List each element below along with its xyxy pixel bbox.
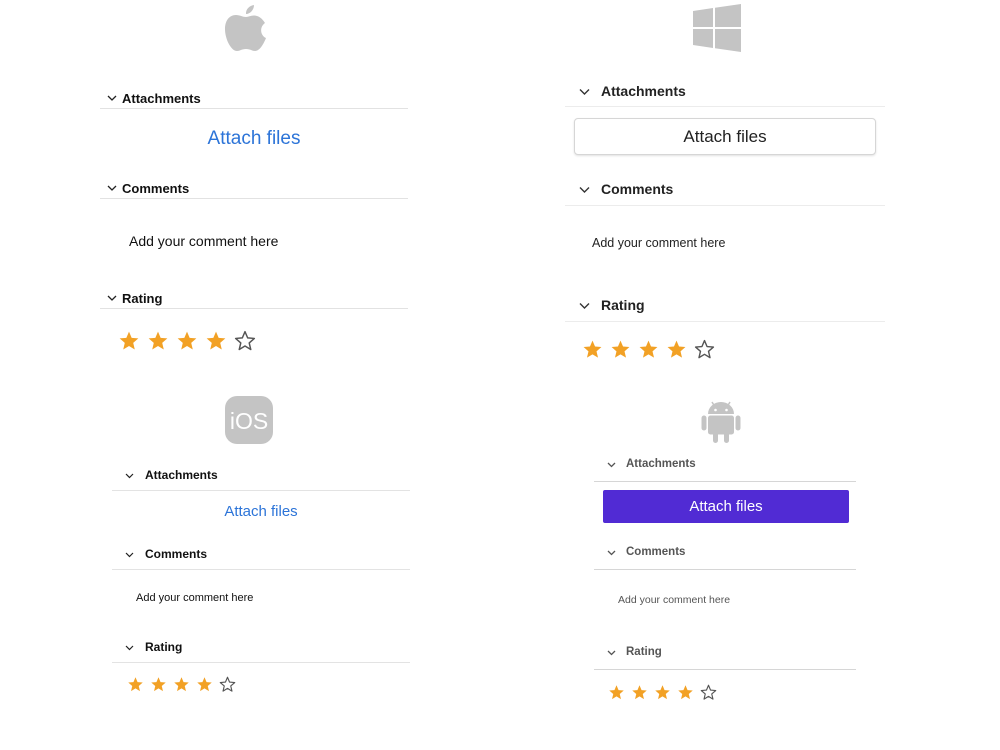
apple-logo-icon bbox=[223, 3, 269, 53]
divider bbox=[594, 569, 856, 570]
rating-header[interactable]: Rating bbox=[565, 296, 885, 314]
attach-files-button[interactable]: Attach files bbox=[574, 118, 876, 155]
chevron-down-icon bbox=[578, 85, 591, 98]
comments-label: Comments bbox=[626, 546, 686, 558]
star-filled-icon[interactable] bbox=[654, 684, 671, 701]
star-empty-icon[interactable] bbox=[694, 339, 715, 360]
divider bbox=[594, 481, 856, 482]
rating-label: Rating bbox=[145, 640, 183, 654]
star-rating[interactable] bbox=[582, 339, 722, 360]
chevron-down-icon bbox=[606, 647, 617, 658]
ios-panel: iOS Attachments Attach files Comments Ad… bbox=[112, 390, 410, 720]
divider bbox=[565, 321, 885, 322]
comments-label: Comments bbox=[122, 180, 190, 196]
chevron-down-icon bbox=[106, 92, 118, 104]
divider bbox=[594, 669, 856, 670]
rating-label: Rating bbox=[122, 290, 163, 306]
comments-header[interactable]: Comments bbox=[594, 544, 856, 560]
star-empty-icon[interactable] bbox=[219, 676, 236, 693]
chevron-down-icon bbox=[124, 642, 135, 653]
rating-label: Rating bbox=[601, 297, 645, 313]
star-filled-icon[interactable] bbox=[127, 676, 144, 693]
comment-input[interactable]: Add your comment here bbox=[618, 594, 730, 606]
chevron-down-icon bbox=[578, 183, 591, 196]
android-panel: Attachments Attach files Comments Add yo… bbox=[594, 390, 856, 720]
android-logo-icon bbox=[701, 400, 741, 444]
windows-logo-icon bbox=[693, 4, 741, 52]
attachments-header[interactable]: Attachments bbox=[100, 90, 408, 106]
star-rating[interactable] bbox=[608, 684, 723, 701]
attach-files-button[interactable]: Attach files bbox=[100, 128, 408, 150]
star-filled-icon[interactable] bbox=[196, 676, 213, 693]
attachments-header[interactable]: Attachments bbox=[112, 467, 410, 483]
star-filled-icon[interactable] bbox=[677, 684, 694, 701]
attachments-label: Attachments bbox=[145, 468, 218, 482]
chevron-down-icon bbox=[124, 470, 135, 481]
star-filled-icon[interactable] bbox=[176, 330, 198, 352]
ios-logo-text: iOS bbox=[230, 408, 268, 434]
comments-header[interactable]: Comments bbox=[565, 180, 885, 198]
rating-label: Rating bbox=[626, 646, 662, 658]
star-empty-icon[interactable] bbox=[700, 684, 717, 701]
macos-panel: Attachments Attach files Comments Add yo… bbox=[100, 0, 408, 380]
divider bbox=[112, 662, 410, 663]
attachments-header[interactable]: Attachments bbox=[594, 456, 856, 472]
star-filled-icon[interactable] bbox=[173, 676, 190, 693]
star-filled-icon[interactable] bbox=[147, 330, 169, 352]
ios-logo-icon: iOS bbox=[224, 395, 274, 445]
comments-header[interactable]: Comments bbox=[100, 180, 408, 196]
star-filled-icon[interactable] bbox=[610, 339, 631, 360]
comments-header[interactable]: Comments bbox=[112, 546, 410, 562]
windows-panel: Attachments Attach files Comments Add yo… bbox=[565, 0, 885, 380]
chevron-down-icon bbox=[578, 299, 591, 312]
star-filled-icon[interactable] bbox=[666, 339, 687, 360]
chevron-down-icon bbox=[606, 547, 617, 558]
divider bbox=[100, 198, 408, 199]
divider bbox=[100, 308, 408, 309]
rating-header[interactable]: Rating bbox=[100, 290, 408, 306]
chevron-down-icon bbox=[106, 182, 118, 194]
chevron-down-icon bbox=[106, 292, 118, 304]
divider bbox=[112, 569, 410, 570]
attachments-header[interactable]: Attachments bbox=[565, 82, 885, 100]
comments-label: Comments bbox=[145, 547, 208, 561]
comment-input[interactable]: Add your comment here bbox=[136, 592, 253, 604]
star-filled-icon[interactable] bbox=[582, 339, 603, 360]
star-rating[interactable] bbox=[118, 330, 263, 352]
star-empty-icon[interactable] bbox=[234, 330, 256, 352]
attachments-label: Attachments bbox=[626, 458, 696, 470]
star-filled-icon[interactable] bbox=[638, 339, 659, 360]
star-filled-icon[interactable] bbox=[608, 684, 625, 701]
attachments-label: Attachments bbox=[122, 90, 201, 106]
star-filled-icon[interactable] bbox=[118, 330, 140, 352]
comment-input[interactable]: Add your comment here bbox=[129, 233, 278, 249]
divider bbox=[112, 490, 410, 491]
attach-files-button[interactable]: Attach files bbox=[603, 490, 849, 523]
divider bbox=[565, 106, 885, 107]
divider bbox=[100, 108, 408, 109]
chevron-down-icon bbox=[124, 549, 135, 560]
comments-label: Comments bbox=[601, 181, 674, 197]
rating-header[interactable]: Rating bbox=[594, 644, 856, 660]
comment-input[interactable]: Add your comment here bbox=[592, 236, 725, 250]
star-filled-icon[interactable] bbox=[631, 684, 648, 701]
star-filled-icon[interactable] bbox=[205, 330, 227, 352]
attachments-label: Attachments bbox=[601, 83, 686, 99]
star-rating[interactable] bbox=[127, 676, 242, 693]
star-filled-icon[interactable] bbox=[150, 676, 167, 693]
chevron-down-icon bbox=[606, 459, 617, 470]
divider bbox=[565, 205, 885, 206]
rating-header[interactable]: Rating bbox=[112, 639, 410, 655]
attach-files-button[interactable]: Attach files bbox=[112, 503, 410, 520]
